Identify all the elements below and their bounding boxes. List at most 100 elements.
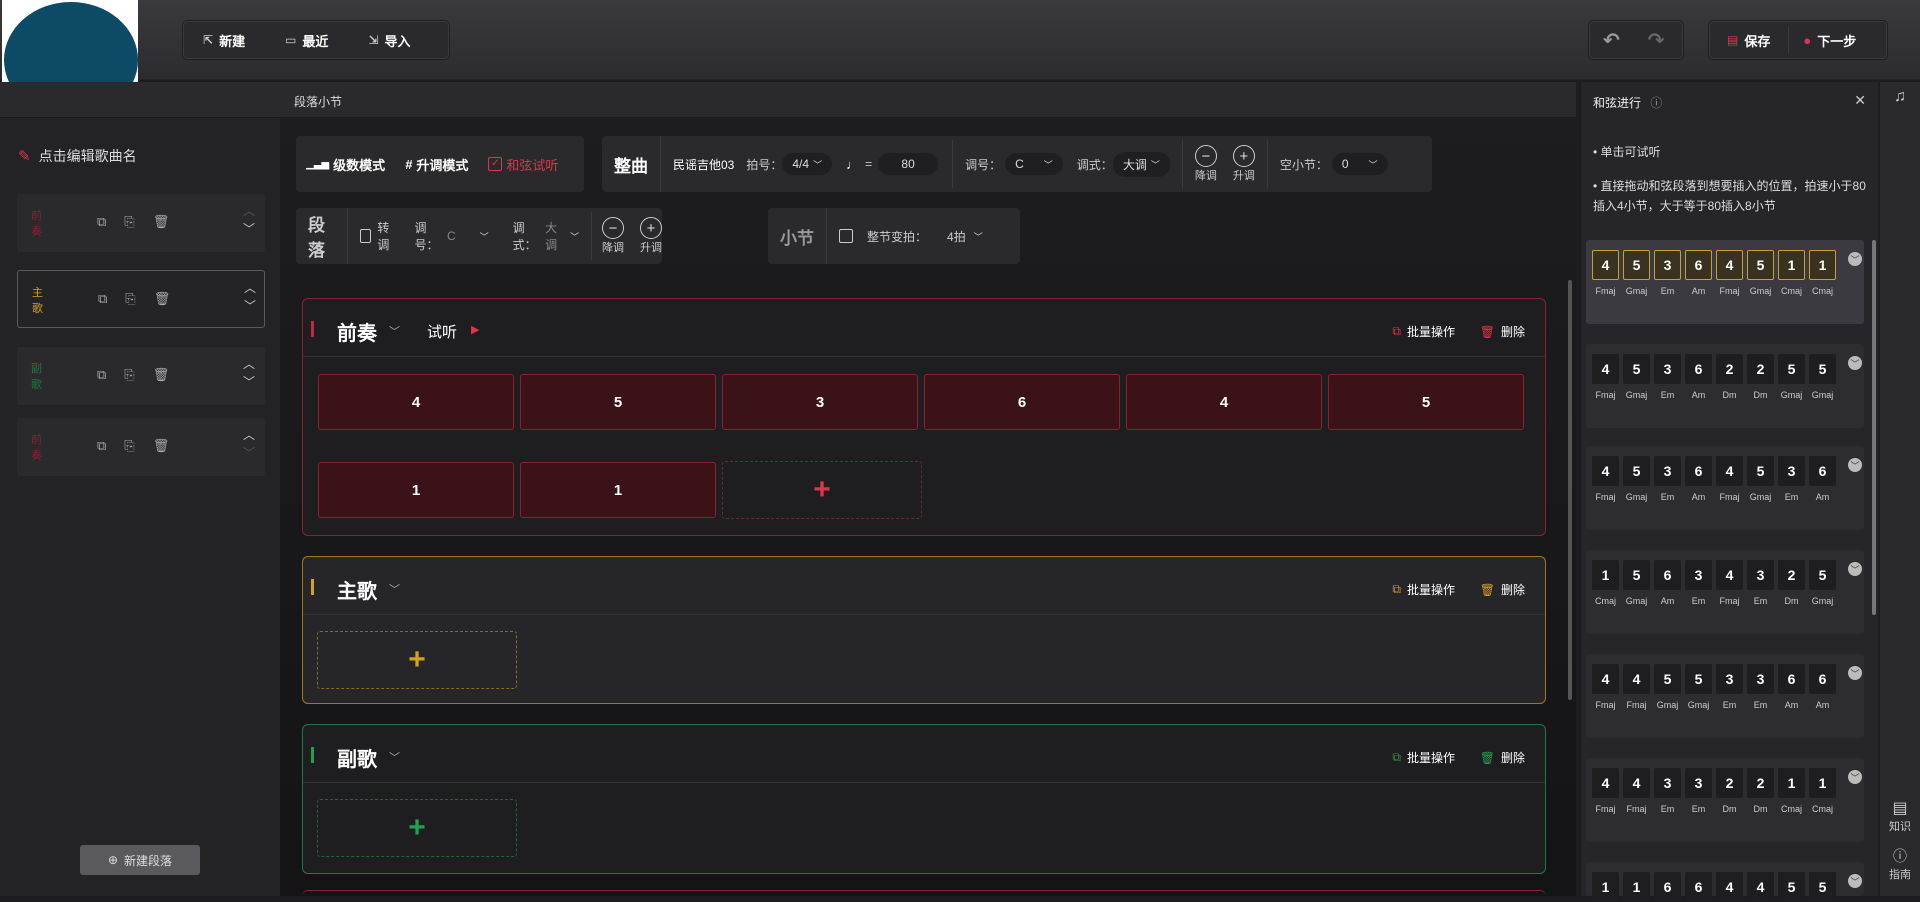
move-down-icon[interactable]: ﹀ bbox=[244, 297, 256, 315]
section-card-intro[interactable]: 前奏 ⧉ ⎘ 🗑 ︿ ﹀ bbox=[17, 194, 265, 252]
progression-card[interactable]: 4 4 5 5 3 3 6 6 Fmaj Fmaj Gmaj Gmaj Em Em Am Am ﹀ bbox=[1586, 654, 1864, 738]
progression-card[interactable]: 4 5 3 6 2 2 5 5 Fmaj Gmaj Em Am Dm Dm Gmaj Gmaj ﹀ bbox=[1586, 344, 1864, 428]
section-card-chorus[interactable]: 副歌 ⧉ ⎘ 🗑 ︿ ﹀ bbox=[17, 347, 265, 405]
key-select[interactable]: C ﹀ bbox=[1005, 153, 1063, 175]
modulate-checkbox[interactable] bbox=[359, 229, 372, 243]
expand-icon[interactable]: ﹀ bbox=[1848, 562, 1862, 576]
trash-icon[interactable]: 🗑 bbox=[154, 291, 171, 307]
bar-change-checkbox[interactable] bbox=[839, 229, 853, 243]
expand-icon[interactable]: ﹀ bbox=[1848, 252, 1862, 266]
listen-label[interactable]: 试听 bbox=[427, 321, 457, 342]
import-button[interactable]: ⇲ 导入 bbox=[348, 21, 430, 59]
copy-icon[interactable]: ⧉ bbox=[98, 291, 107, 307]
copy-icon[interactable]: ⧉ bbox=[97, 367, 106, 383]
paste-icon[interactable]: ⎘ bbox=[124, 214, 134, 230]
trash-icon[interactable]: 🗑 bbox=[153, 367, 170, 383]
bar-beats-select[interactable]: 4拍 bbox=[947, 228, 966, 245]
expand-icon[interactable]: ﹀ bbox=[1848, 458, 1862, 472]
move-up-icon[interactable]: ︿ bbox=[243, 355, 255, 373]
batch-operation-button[interactable]: ⧉ 批量操作 bbox=[1392, 581, 1455, 598]
batch-operation-button[interactable]: ⧉ 批量操作 bbox=[1392, 323, 1455, 340]
chevron-down-icon[interactable]: ﹀ bbox=[389, 581, 400, 597]
move-up-icon[interactable]: ︿ bbox=[243, 202, 255, 220]
expand-icon[interactable]: ﹀ bbox=[1848, 874, 1862, 888]
sharp-mode-toggle[interactable]: # 升调模式 bbox=[395, 155, 478, 174]
transpose-down-button[interactable]: − 降调 bbox=[1194, 145, 1217, 183]
chord-cell[interactable]: 4 bbox=[318, 374, 514, 430]
beat-select[interactable]: 4/4 ﹀ bbox=[782, 153, 833, 175]
section-title[interactable]: 主歌 bbox=[337, 575, 377, 604]
recent-button[interactable]: ▭ 最近 bbox=[265, 21, 348, 59]
chevron-down-icon[interactable]: ﹀ bbox=[570, 230, 579, 243]
chord-cell[interactable]: 4 bbox=[1126, 374, 1322, 430]
section-card-verse[interactable]: 主歌 ⧉ ⎘ 🗑 ︿ ﹀ bbox=[17, 270, 265, 328]
new-button[interactable]: ⇱ 新建 bbox=[183, 21, 265, 59]
expand-icon[interactable]: ﹀ bbox=[1848, 356, 1862, 370]
expand-icon[interactable]: ﹀ bbox=[1848, 666, 1862, 680]
next-step-button[interactable]: ● 下一步 bbox=[1789, 21, 1870, 59]
add-chord-button[interactable]: + bbox=[317, 799, 517, 857]
delete-button[interactable]: 🗑 删除 bbox=[1480, 581, 1525, 598]
progression-scrollbar[interactable] bbox=[1872, 240, 1876, 615]
chord-listen-toggle[interactable]: ✓ 和弦试听 bbox=[478, 155, 568, 174]
batch-operation-button[interactable]: ⧉ 批量操作 bbox=[1392, 749, 1455, 766]
delete-button[interactable]: 🗑 删除 bbox=[1480, 323, 1525, 340]
paste-icon[interactable]: ⎘ bbox=[124, 367, 134, 383]
trash-icon[interactable]: 🗑 bbox=[153, 438, 170, 454]
para-transpose-down-button[interactable]: − 降调 bbox=[601, 217, 624, 255]
chord-cell[interactable]: 3 bbox=[722, 374, 918, 430]
move-down-icon[interactable]: ﹀ bbox=[243, 373, 255, 391]
tempo-input[interactable]: 80 bbox=[878, 153, 939, 175]
progression-card[interactable]: 1 5 6 3 4 3 2 5 Cmaj Gmaj Am Em Fmaj Em Dm Gmaj ﹀ bbox=[1586, 550, 1864, 634]
para-transpose-up-button[interactable]: + 升调 bbox=[639, 217, 662, 255]
chevron-down-icon[interactable]: ﹀ bbox=[480, 230, 489, 243]
section-card-outro[interactable]: 前奏 ⧉ ⎘ 🗑 ︿ ﹀ bbox=[17, 418, 265, 476]
chevron-down-icon[interactable]: ﹀ bbox=[389, 323, 400, 339]
chord-cell[interactable]: 5 bbox=[520, 374, 716, 430]
add-chord-button[interactable]: + bbox=[317, 631, 517, 689]
move-down-icon[interactable]: ﹀ bbox=[243, 220, 255, 238]
guide-button[interactable]: ⓘ 指南 bbox=[1880, 846, 1920, 882]
chevron-down-icon[interactable]: ﹀ bbox=[974, 230, 983, 243]
main-scrollbar[interactable] bbox=[1568, 280, 1572, 700]
empty-bars-select[interactable]: 0 ﹀ bbox=[1331, 153, 1388, 175]
edit-song-title[interactable]: ✎ 点击编辑歌曲名 bbox=[18, 146, 137, 166]
progression-card[interactable]: 1 1 6 6 4 4 5 5 ﹀ bbox=[1586, 862, 1864, 902]
copy-icon[interactable]: ⧉ bbox=[97, 214, 106, 230]
section-title[interactable]: 前奏 bbox=[337, 317, 377, 346]
trash-icon[interactable]: 🗑 bbox=[153, 214, 170, 230]
knowledge-button[interactable]: ▤ 知识 bbox=[1880, 798, 1920, 834]
progression-card[interactable]: 4 5 3 6 4 5 3 6 Fmaj Gmaj Em Am Fmaj Gmaj Em Am ﹀ bbox=[1586, 446, 1864, 530]
chevron-down-icon[interactable]: ﹀ bbox=[389, 749, 400, 765]
undo-button[interactable]: ↶ bbox=[1589, 21, 1634, 59]
music-list-icon[interactable]: ♫ bbox=[1880, 88, 1920, 106]
save-button[interactable]: ▤ 保存 bbox=[1709, 21, 1788, 59]
chord-cell[interactable]: 5 bbox=[1328, 374, 1524, 430]
chord-cell[interactable]: 1 bbox=[520, 462, 716, 518]
mode-select[interactable]: 大调 ﹀ bbox=[1112, 151, 1170, 177]
copy-icon[interactable]: ⧉ bbox=[97, 438, 106, 454]
move-down-icon[interactable]: ﹀ bbox=[243, 444, 255, 462]
close-icon[interactable]: ✕ bbox=[1854, 92, 1866, 109]
progression-card[interactable]: 4 5 3 6 4 5 1 1 Fmaj Gmaj Em Am Fmaj Gmaj Cmaj Cmaj ﹀ bbox=[1586, 240, 1864, 324]
style-name[interactable]: 民谣吉他03 bbox=[673, 156, 734, 173]
redo-button[interactable]: ↷ bbox=[1634, 21, 1679, 59]
chord-cell[interactable]: 6 bbox=[924, 374, 1120, 430]
move-up-icon[interactable]: ︿ bbox=[244, 279, 256, 297]
chord-cell[interactable]: 1 bbox=[318, 462, 514, 518]
add-chord-button[interactable]: + bbox=[722, 461, 922, 519]
section-title[interactable]: 副歌 bbox=[337, 743, 377, 772]
delete-button[interactable]: 🗑 删除 bbox=[1480, 749, 1525, 766]
expand-icon[interactable]: ﹀ bbox=[1848, 770, 1862, 784]
paste-icon[interactable]: ⎘ bbox=[124, 438, 134, 454]
new-section-button[interactable]: ⊕ 新建段落 bbox=[80, 845, 200, 875]
move-up-icon[interactable]: ︿ bbox=[243, 426, 255, 444]
paste-icon[interactable]: ⎘ bbox=[125, 291, 135, 307]
degree-mode-toggle[interactable]: ▁▃▅ 级数模式 bbox=[296, 155, 395, 174]
para-mode-select[interactable]: 大调 bbox=[545, 219, 564, 253]
play-icon[interactable]: ▶ bbox=[471, 323, 479, 336]
para-key-select[interactable]: C bbox=[447, 229, 456, 243]
progression-card[interactable]: 4 4 3 3 2 2 1 1 Fmaj Fmaj Em Em Dm Dm Cmaj Cmaj ﹀ bbox=[1586, 758, 1864, 842]
transpose-up-button[interactable]: + 升调 bbox=[1232, 145, 1255, 183]
help-icon[interactable]: ⓘ bbox=[1650, 96, 1662, 110]
